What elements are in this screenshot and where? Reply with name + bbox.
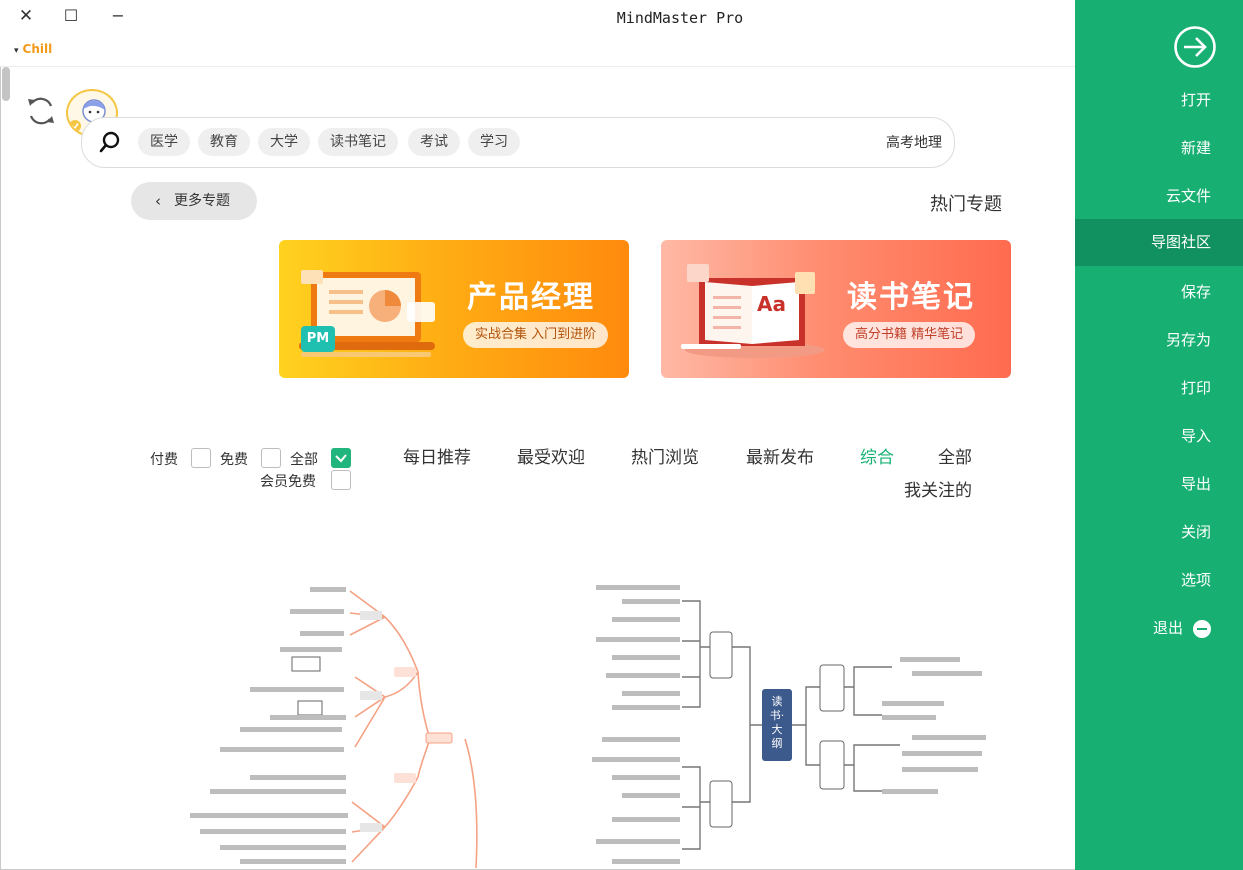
tab-daily-recommend[interactable]: 每日推荐: [403, 443, 471, 468]
tab-latest[interactable]: 最新发布: [746, 443, 814, 468]
sidebar-item-label: 退出: [1152, 619, 1183, 637]
sidebar-item-open[interactable]: 打开: [1075, 77, 1243, 124]
sidebar-item-save[interactable]: 保存: [1075, 269, 1243, 316]
sidebar-item-save-as[interactable]: 另存为: [1075, 317, 1243, 364]
banner-subtitle: 高分书籍 精华笔记: [843, 322, 976, 348]
checkbox-member-free-label: 会员免费: [260, 474, 316, 490]
template-thumbnail[interactable]: [180, 577, 525, 868]
search-tag-education[interactable]: 教育: [198, 128, 250, 156]
sidebar-item-label: 新建: [1180, 139, 1211, 157]
theme-label: Chill: [22, 42, 53, 56]
sidebar-item-options[interactable]: 选项: [1075, 557, 1243, 604]
search-tag-study[interactable]: 学习: [468, 128, 520, 156]
search-bar[interactable]: 医学 教育 大学 读书笔记 考试 学习 高考地理: [81, 117, 955, 168]
search-icon[interactable]: [99, 131, 121, 153]
sidebar-item-export[interactable]: 导出: [1075, 461, 1243, 508]
banner-subtitle: 实战合集 入门到进阶: [463, 322, 609, 348]
checkbox-paid[interactable]: [191, 448, 211, 468]
checkbox-free-label: 免费: [220, 452, 248, 468]
banner-product-manager[interactable]: PM 产品经理 实战合集 入门到进阶: [279, 240, 629, 378]
sidebar-item-label: 另存为: [1165, 331, 1211, 349]
tab-popular-views[interactable]: 热门浏览: [631, 443, 699, 468]
sidebar-item-close[interactable]: 关闭: [1075, 509, 1243, 556]
pm-badge: PM: [301, 326, 335, 352]
banner-title: 产品经理: [467, 280, 595, 315]
tab-comprehensive[interactable]: 综合: [860, 443, 894, 468]
sidebar-item-label: 关闭: [1180, 523, 1211, 541]
mindmap-preview: [190, 587, 478, 868]
app-title: MindMaster Pro: [616, 9, 744, 27]
banner-reading-notes[interactable]: Aa 读书笔记 高分书籍 精华笔记: [661, 240, 1011, 378]
chevron-left-icon: ‹: [155, 192, 161, 210]
search-tag-exam[interactable]: 考试: [408, 128, 460, 156]
section-title: 热门专题: [930, 194, 1002, 215]
checkbox-member-free[interactable]: [331, 470, 351, 490]
sidebar-item-exit[interactable]: 退出: [1075, 605, 1243, 652]
file-menu-sidebar: 打开 新建 云文件 导图社区 保存 另存为 打印 导入 导出 关闭 选项 退出: [1075, 0, 1243, 870]
chevron-down-icon: ▾: [14, 46, 19, 56]
sidebar-item-new[interactable]: 新建: [1075, 125, 1243, 172]
mindmap-preview: [592, 585, 986, 864]
search-input[interactable]: 高考地理: [886, 132, 942, 152]
sidebar-item-label: 导入: [1180, 427, 1211, 445]
checkbox-free[interactable]: [261, 448, 281, 468]
checkbox-paid-label: 付费: [150, 452, 178, 468]
sidebar-item-cloud-files[interactable]: 云文件: [1075, 173, 1243, 220]
theme-selector[interactable]: ▾ Chill: [14, 42, 52, 56]
search-tag-reading-notes[interactable]: 读书笔记: [318, 128, 398, 156]
more-topics-button[interactable]: ‹ 更多专题: [131, 182, 257, 220]
more-topics-label: 更多专题: [174, 193, 230, 209]
center-topic-label: 读书·大纲: [769, 695, 785, 750]
title-bar: ✕ ☐ − MindMaster Pro ▾ Chill: [0, 0, 1075, 67]
sidebar-item-print[interactable]: 打印: [1075, 365, 1243, 412]
sidebar-item-community[interactable]: 导图社区: [1075, 219, 1243, 266]
refresh-icon[interactable]: [24, 94, 58, 128]
scrollbar-thumb[interactable]: [2, 67, 10, 101]
sidebar-item-label: 打印: [1180, 379, 1211, 397]
banner-title: 读书笔记: [847, 280, 975, 315]
check-icon: [335, 454, 347, 463]
tab-all[interactable]: 全部: [938, 443, 972, 468]
arrow-right-circle-icon[interactable]: [1173, 25, 1217, 69]
sidebar-item-label: 导图社区: [1150, 233, 1211, 251]
sidebar-item-label: 导出: [1180, 475, 1211, 493]
search-tag-university[interactable]: 大学: [258, 128, 310, 156]
sidebar-item-label: 打开: [1180, 91, 1211, 109]
sidebar-item-label: 云文件: [1165, 187, 1211, 205]
tab-following[interactable]: 我关注的: [904, 476, 972, 501]
sidebar-item-label: 保存: [1180, 283, 1211, 301]
search-tag-medicine[interactable]: 医学: [138, 128, 190, 156]
tab-most-liked[interactable]: 最受欢迎: [517, 443, 585, 468]
template-thumbnail[interactable]: 读书·大纲: [582, 577, 1000, 868]
sidebar-item-import[interactable]: 导入: [1075, 413, 1243, 460]
sidebar-item-label: 选项: [1180, 571, 1211, 589]
aa-badge: Aa: [757, 292, 786, 316]
minus-circle-icon: [1193, 620, 1211, 638]
book-illustration: [681, 264, 825, 358]
checkbox-all-label: 全部: [290, 452, 318, 468]
checkbox-all[interactable]: [331, 448, 351, 468]
